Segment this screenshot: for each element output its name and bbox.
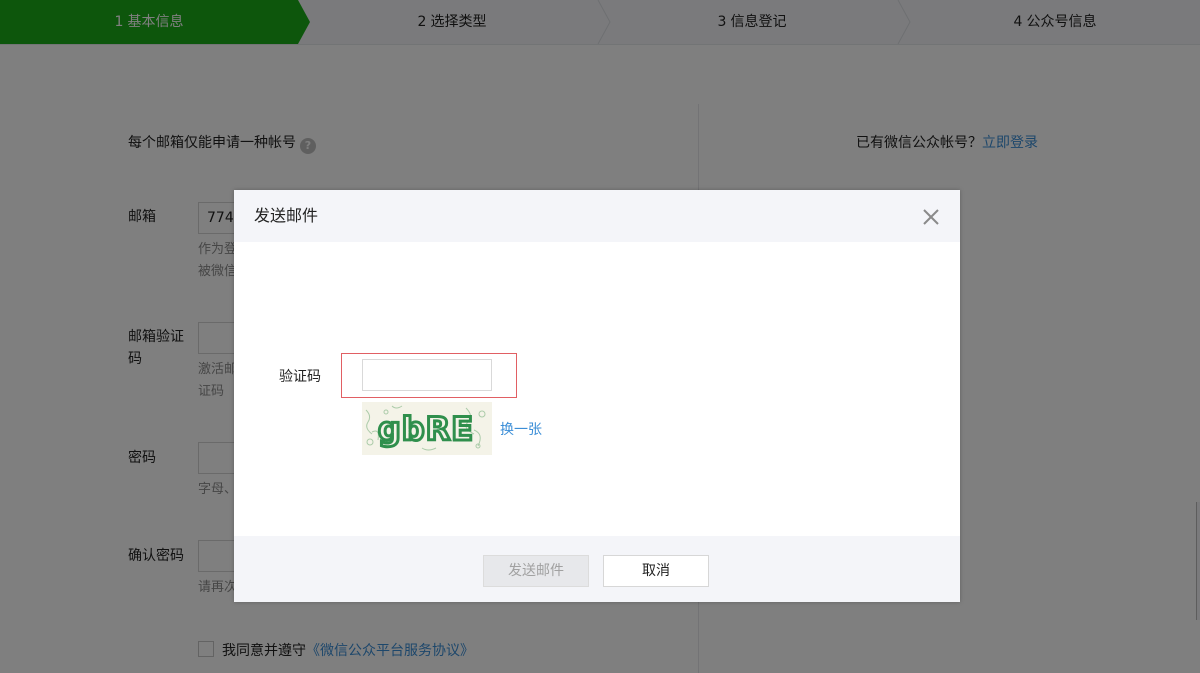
captcha-image[interactable]: gbRE <box>362 402 492 455</box>
send-email-button[interactable]: 发送邮件 <box>483 555 589 587</box>
send-email-dialog: 发送邮件 验证码 gbRE 换一张 发送邮件 取消 <box>234 190 960 602</box>
captcha-refresh-link[interactable]: 换一张 <box>500 419 542 439</box>
cancel-button[interactable]: 取消 <box>603 555 709 587</box>
dialog-body: 验证码 gbRE 换一张 <box>234 242 960 536</box>
dialog-header: 发送邮件 <box>234 190 960 242</box>
captcha-text: gbRE <box>378 410 474 448</box>
captcha-label: 验证码 <box>279 369 321 385</box>
captcha-input[interactable] <box>362 359 492 391</box>
dialog-title: 发送邮件 <box>254 206 319 225</box>
close-icon[interactable] <box>920 206 942 228</box>
dialog-footer: 发送邮件 取消 <box>234 536 960 602</box>
